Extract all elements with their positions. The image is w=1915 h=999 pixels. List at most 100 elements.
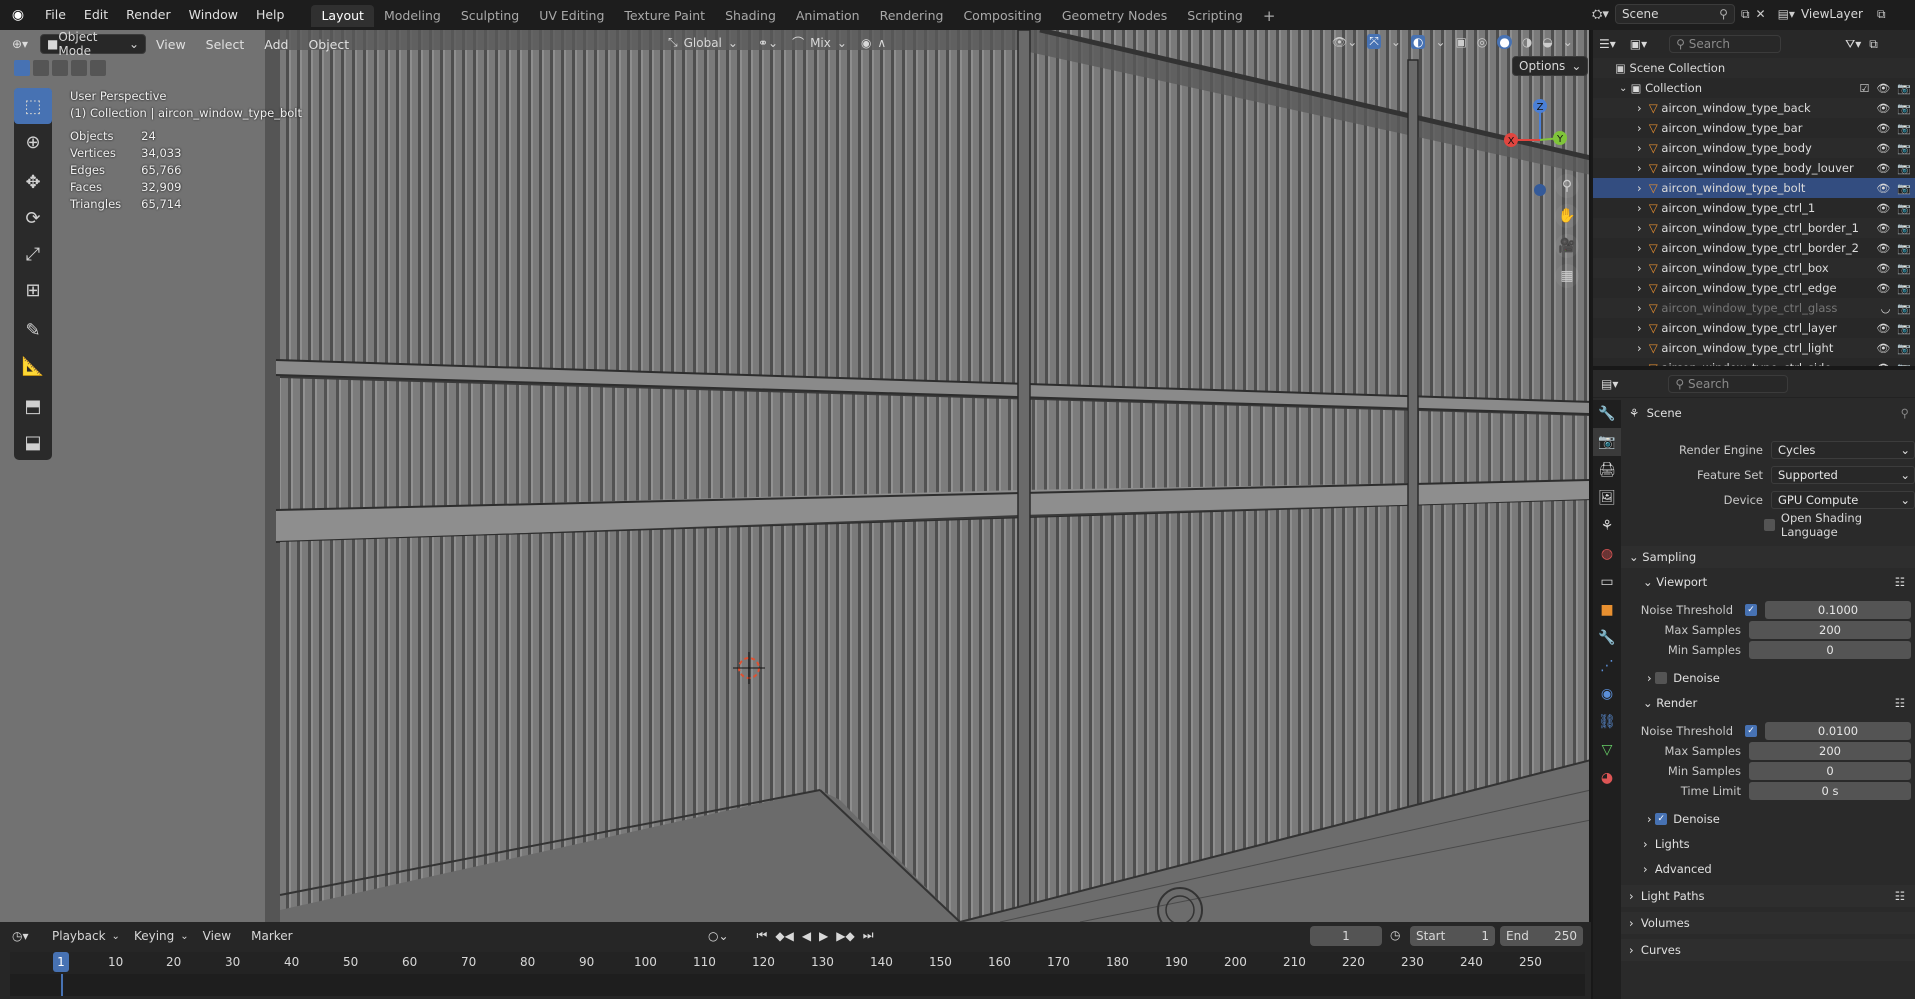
sampling-panel-header[interactable]: ⌄ Sampling — [1621, 546, 1915, 568]
camera-icon[interactable]: 📷 — [1897, 102, 1911, 115]
current-frame-field[interactable]: 1 — [1310, 926, 1382, 946]
eye-icon[interactable]: 👁 — [1876, 102, 1890, 115]
camera-view-icon[interactable]: 🎥 — [1555, 234, 1579, 258]
tree-row-object[interactable]: › ▽ aircon_window_type_back 👁 📷 — [1593, 98, 1915, 118]
volumes-panel[interactable]: › Volumes — [1621, 912, 1915, 934]
properties-editor-icon[interactable]: ▤▾ — [1601, 377, 1618, 391]
tree-row-collection[interactable]: ⌄ ▣ Collection ☑ 👁 📷 — [1593, 78, 1915, 98]
tab-texture-paint[interactable]: Texture Paint — [614, 5, 715, 27]
scene-selector[interactable]: Scene ⚲ — [1614, 4, 1735, 24]
render-subpanel-header[interactable]: ⌄ Render ☷ — [1621, 692, 1915, 714]
chevron-right-icon[interactable]: › — [1637, 121, 1649, 135]
tab-uv-editing[interactable]: UV Editing — [529, 5, 614, 27]
camera-icon[interactable]: 📷 — [1897, 82, 1911, 95]
camera-icon[interactable]: 📷 — [1897, 122, 1911, 135]
eye-icon[interactable]: 👁 — [1876, 362, 1890, 367]
tree-row-object[interactable]: › ▽ aircon_window_type_ctrl_layer 👁 📷 — [1593, 318, 1915, 338]
3d-viewport[interactable]: ⊕▾ ■ Object Mode ⌄ View Select Add Objec… — [0, 30, 1591, 922]
tab-layout[interactable]: Layout — [311, 5, 374, 27]
r-noise-threshold-checkbox[interactable]: ✓ — [1745, 725, 1757, 737]
gizmo-dropdown-icon[interactable]: ⌄ — [1391, 35, 1401, 49]
vp-denoise-subpanel[interactable]: › Denoise — [1621, 667, 1915, 689]
tab-rendering[interactable]: Rendering — [870, 5, 954, 27]
chevron-right-icon[interactable]: › — [1637, 361, 1649, 366]
tab-scripting[interactable]: Scripting — [1177, 5, 1253, 27]
tab-shading[interactable]: Shading — [715, 5, 786, 27]
properties-search-input[interactable]: ⚲ Search — [1668, 374, 1789, 393]
render-engine-dropdown[interactable]: Cycles ⌄ — [1771, 441, 1915, 459]
jump-start-icon[interactable]: ⏮ — [757, 928, 768, 943]
tree-row-scene-collection[interactable]: ▣ Scene Collection — [1593, 58, 1915, 78]
chevron-right-icon[interactable]: › — [1637, 301, 1649, 315]
blender-logo-icon[interactable]: ◉ — [0, 7, 36, 23]
tree-row-object[interactable]: › ▽ aircon_window_type_ctrl_box 👁 📷 — [1593, 258, 1915, 278]
menu-view[interactable]: View — [146, 37, 196, 52]
menu-help[interactable]: Help — [247, 0, 294, 30]
vp-noise-threshold-field[interactable]: 0.1000 — [1765, 601, 1911, 619]
jump-keyframe-back-icon[interactable]: ◆◀ — [775, 929, 793, 943]
r-max-samples-field[interactable]: 200 — [1749, 742, 1911, 760]
scene-icon[interactable]: ⛭▾ — [1592, 7, 1609, 22]
outliner-editor-icon[interactable]: ☰▾ — [1599, 37, 1616, 51]
object-tab-icon[interactable]: ■ — [1593, 596, 1621, 624]
select-extend-icon[interactable] — [33, 60, 49, 76]
device-dropdown[interactable]: GPU Compute ⌄ — [1771, 491, 1915, 509]
r-noise-threshold-field[interactable]: 0.0100 — [1765, 722, 1911, 740]
select-intersect-icon[interactable] — [90, 60, 106, 76]
chevron-right-icon[interactable]: › — [1637, 161, 1649, 175]
ortho-grid-icon[interactable]: ▦ — [1555, 264, 1579, 288]
menu-timeline-view[interactable]: View — [189, 929, 245, 943]
menu-render[interactable]: Render — [117, 0, 180, 30]
visibility-icon[interactable]: 👁⌄ — [1332, 35, 1357, 49]
jump-end-icon[interactable]: ⏭ — [863, 928, 874, 943]
camera-icon[interactable]: 📷 — [1897, 302, 1911, 315]
clock-icon[interactable]: ◷ — [1390, 928, 1400, 942]
modifier-tab-icon[interactable]: 🔧 — [1593, 624, 1621, 652]
tree-row-object[interactable]: › ▽ aircon_window_type_ctrl_edge 👁 📷 — [1593, 278, 1915, 298]
options-dropdown[interactable]: Options ⌄ — [1512, 56, 1589, 76]
measure-tool-icon[interactable]: 📐 — [14, 348, 52, 384]
chevron-right-icon[interactable]: › — [1637, 201, 1649, 215]
physics-tab-icon[interactable]: ◉ — [1593, 680, 1621, 708]
eye-icon[interactable]: 👁 — [1876, 282, 1890, 295]
rendered-shading-icon[interactable]: ◒ — [1542, 35, 1552, 49]
display-mode-icon[interactable]: ▣▾ — [1630, 37, 1647, 51]
menu-keying[interactable]: Keying — [120, 929, 180, 943]
rotate-tool-icon[interactable]: ⟳ — [14, 200, 52, 236]
tree-row-object[interactable]: › ▽ aircon_window_type_ctrl_border_1 👁 📷 — [1593, 218, 1915, 238]
eye-icon[interactable]: 👁 — [1876, 142, 1890, 155]
select-invert-icon[interactable] — [71, 60, 87, 76]
chevron-down-icon[interactable]: ⌄ — [1619, 83, 1631, 94]
play-icon[interactable]: ▶ — [819, 929, 828, 943]
pin-icon[interactable]: ⚲ — [1901, 406, 1909, 420]
overlay-dropdown-icon[interactable]: ⌄ — [1435, 35, 1445, 49]
eye-icon[interactable]: 👁 — [1876, 202, 1890, 215]
advanced-subpanel[interactable]: › Advanced — [1621, 858, 1915, 880]
chevron-right-icon[interactable]: › — [1637, 281, 1649, 295]
collection-tab-icon[interactable]: ▭ — [1593, 568, 1621, 596]
tool-tab-icon[interactable]: 🔧 — [1593, 400, 1621, 428]
snap-mode[interactable]: Mix — [810, 36, 831, 50]
tab-geometry-nodes[interactable]: Geometry Nodes — [1052, 5, 1177, 27]
new-scene-icon[interactable]: ⧉ — [1741, 7, 1750, 22]
material-tab-icon[interactable]: ◕ — [1593, 764, 1621, 792]
eye-icon[interactable]: 👁 — [1876, 262, 1890, 275]
menu-object[interactable]: Object — [298, 37, 359, 52]
tree-row-object[interactable]: › ▽ aircon_window_type_bar 👁 📷 — [1593, 118, 1915, 138]
annotate-tool-icon[interactable]: ✎ — [14, 312, 52, 348]
tree-row-object[interactable]: › ▽ aircon_window_type_ctrl_glass ◡ 📷 — [1593, 298, 1915, 318]
tab-animation[interactable]: Animation — [786, 5, 870, 27]
scene-tab-icon[interactable]: ⚘ — [1593, 512, 1621, 540]
menu-add[interactable]: Add — [254, 37, 298, 52]
tab-compositing[interactable]: Compositing — [953, 5, 1051, 27]
r-denoise-checkbox[interactable]: ✓ — [1655, 813, 1668, 825]
menu-file[interactable]: File — [36, 0, 75, 30]
new-collection-icon[interactable]: ⧉ — [1869, 37, 1878, 52]
menu-playback[interactable]: Playback — [46, 929, 112, 943]
constraints-tab-icon[interactable]: ⛓ — [1593, 708, 1621, 736]
chevron-right-icon[interactable]: › — [1637, 101, 1649, 115]
eye-icon[interactable]: 👁 — [1876, 182, 1890, 195]
osl-checkbox[interactable] — [1763, 519, 1775, 531]
snap-icon[interactable]: ⌒ — [792, 34, 804, 51]
lights-subpanel[interactable]: › Lights — [1621, 833, 1915, 855]
